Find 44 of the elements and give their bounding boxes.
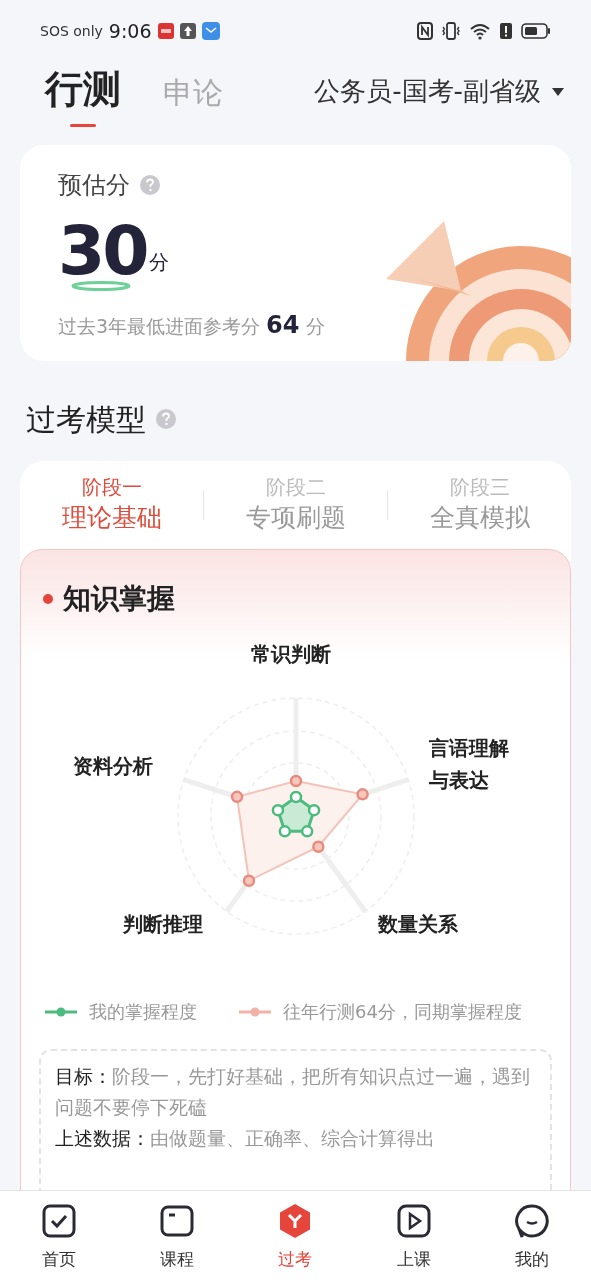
checkbox-icon [41, 1203, 78, 1239]
reference-unit: 分 [305, 314, 325, 339]
carrier-text: SOS only [40, 21, 103, 41]
axis-label: 言语理解与表达 [429, 735, 510, 794]
legend-label: 我的掌握程度 [89, 1000, 197, 1024]
reference-score: 64 [266, 310, 300, 341]
score-unit: 分 [148, 249, 169, 276]
note-text: 上述数据：由做题量、正确率、综合计算得出 [55, 1126, 436, 1151]
nav-tab[interactable]: 首页 [19, 1203, 100, 1273]
exam-selector[interactable]: 公务员-国考-副省级 [314, 62, 565, 111]
reference-label: 过去3年最低进面参考分 [58, 314, 261, 339]
legend-label: 往年行测64分，同期掌握程度 [283, 1000, 522, 1024]
nav-tab[interactable]: 上课 [373, 1203, 454, 1273]
nav-tab[interactable]: 我的 [491, 1203, 572, 1273]
stage-tab[interactable]: 阶段一 理论基础 [20, 474, 203, 536]
panel-title: 知识掌握 [63, 581, 175, 617]
axis-label: 资料分析 [73, 753, 154, 780]
nav-tab[interactable]: 课程 [137, 1203, 218, 1273]
section-title: 过考模型 [26, 400, 146, 439]
wifi-icon [469, 22, 491, 40]
upload-icon [179, 23, 196, 39]
help-icon [156, 409, 176, 429]
book-icon [159, 1203, 196, 1239]
score-value: 30 [58, 223, 147, 279]
card-title: 预估分 [58, 170, 130, 201]
alert-icon [499, 22, 513, 40]
reference-point [312, 840, 325, 853]
battery-icon [521, 22, 551, 40]
axis-label: 判断推理 [123, 911, 204, 938]
bullet-icon [43, 594, 53, 604]
app-icon [157, 23, 174, 39]
axis-label: 数量关系 [378, 911, 459, 938]
vibrate-icon [441, 22, 461, 40]
chat-icon [513, 1203, 550, 1239]
nfc-icon [417, 22, 433, 40]
caret-icon [551, 86, 565, 97]
subject-tab[interactable]: 行测 [45, 62, 121, 127]
clock: 9:06 [108, 18, 152, 44]
help-icon [140, 175, 160, 195]
mail-icon [201, 22, 220, 40]
axis-label: 常识判断 [251, 641, 332, 668]
note-text: 目标：阶段一，先打好基础，把所有知识点过一遍，遇到问题不要停下死磕 [55, 1064, 531, 1120]
play-icon [395, 1203, 432, 1239]
nav-tab[interactable]: 过考 [255, 1203, 336, 1273]
